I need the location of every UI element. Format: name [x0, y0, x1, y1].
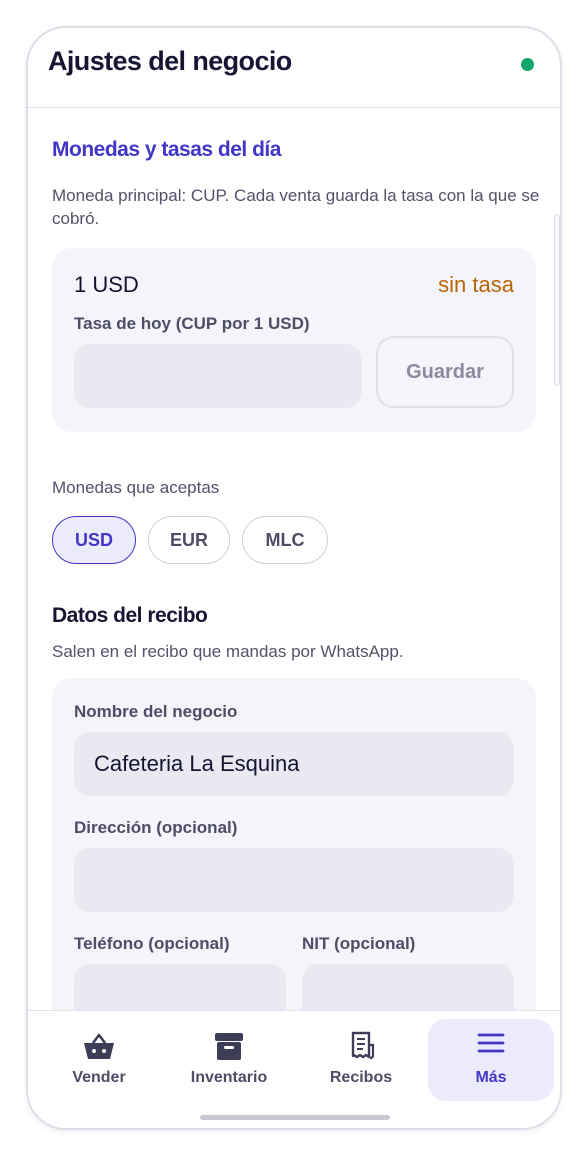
phone-label: Teléfono (opcional) — [74, 934, 230, 953]
rate-status: sin tasa — [438, 272, 514, 297]
receipt-icon — [346, 1031, 376, 1066]
rate-label: Tasa de hoy (CUP por 1 USD) — [74, 314, 310, 333]
nit-label: NIT (opcional) — [302, 934, 416, 953]
currency-chip-mlc[interactable]: MLC — [242, 516, 328, 564]
rate-input[interactable] — [74, 344, 362, 408]
currency-chip-usd[interactable]: USD — [52, 516, 136, 564]
tab-mas[interactable]: Más — [428, 1019, 554, 1101]
business-name-input[interactable]: Cafeteria La Esquina — [74, 732, 514, 796]
save-rate-button[interactable]: Guardar — [376, 336, 514, 408]
tab-recibos[interactable]: Recibos — [298, 1019, 424, 1101]
home-indicator — [200, 1115, 390, 1120]
rate-currency: 1 USD — [74, 272, 139, 297]
online-status-dot — [521, 58, 534, 71]
receipt-section-description: Salen en el recibo que mandas por WhatsA… — [52, 642, 404, 661]
tab-mas-label: Más — [475, 1069, 507, 1086]
tab-vender-label: Vender — [72, 1069, 126, 1086]
exchange-rate-card: 1 USD sin tasa Tasa de hoy (CUP por 1 US… — [52, 248, 536, 432]
basket-icon — [82, 1031, 116, 1066]
business-name-label: Nombre del negocio — [74, 702, 238, 721]
address-input[interactable] — [74, 848, 514, 912]
page-title: Ajustes del negocio — [48, 46, 292, 76]
currency-chip-eur[interactable]: EUR — [148, 516, 230, 564]
menu-icon — [476, 1031, 506, 1062]
archive-box-icon — [213, 1031, 245, 1066]
tab-inventario-label: Inventario — [190, 1069, 268, 1086]
currency-section-title: Monedas y tasas del día — [52, 138, 281, 161]
accepted-currencies-label: Monedas que aceptas — [52, 478, 220, 497]
receipt-section-title: Datos del recibo — [52, 604, 208, 627]
bottom-tab-bar: Vender Inventario Recibos Más — [28, 1010, 560, 1128]
phone-frame: Ajustes del negocio Monedas y tasas del … — [26, 26, 562, 1130]
tab-inventario[interactable]: Inventario — [166, 1019, 292, 1101]
scrollbar[interactable] — [554, 214, 560, 386]
app-header: Ajustes del negocio — [28, 28, 560, 108]
tab-vender[interactable]: Vender — [36, 1019, 162, 1101]
address-label: Dirección (opcional) — [74, 818, 238, 837]
tab-recibos-label: Recibos — [329, 1069, 393, 1086]
currency-section-description: Moneda principal: CUP. Cada venta guarda… — [52, 186, 540, 228]
